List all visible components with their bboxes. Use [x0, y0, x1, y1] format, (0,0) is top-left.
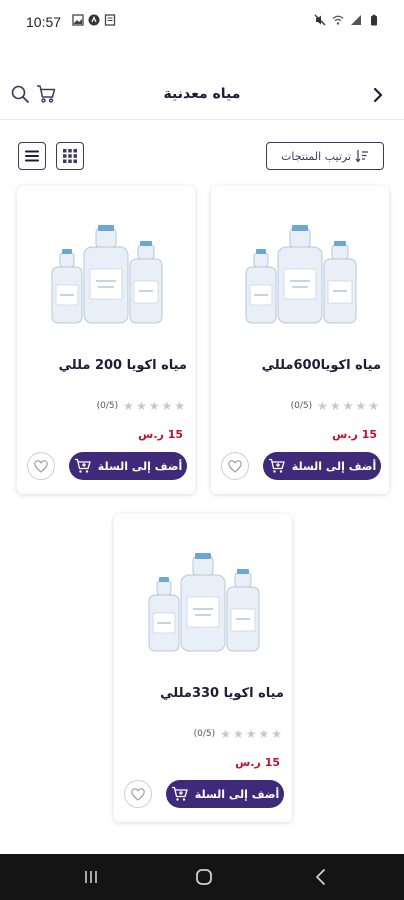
- product-image: [211, 220, 389, 330]
- app-header: مياه معدنية: [0, 70, 404, 120]
- recent-apps-button[interactable]: [82, 868, 100, 886]
- status-bar: 10:57: [0, 0, 404, 46]
- product-rating: ★ ★ ★ ★ ★ (0/5): [194, 728, 282, 740]
- star-icon: ★: [123, 399, 134, 413]
- cart-icon: [37, 85, 56, 103]
- signal-icon: [351, 15, 361, 25]
- product-price: 15 ر.س: [235, 756, 280, 769]
- chevron-left-icon: [316, 869, 325, 885]
- product-card[interactable]: مياه اكويا600مللي ★ ★ ★ ★ ★ (0/5) 15 ر.س…: [211, 186, 389, 494]
- product-price: 15 ر.س: [332, 428, 377, 441]
- product-card[interactable]: مياه اكويا 330مللي ★ ★ ★ ★ ★ (0/5) 15 ر.…: [114, 514, 292, 822]
- add-to-cart-label: أضف إلى السلة: [194, 787, 280, 801]
- system-back-button[interactable]: [312, 868, 330, 886]
- water-bottles-image: [245, 225, 357, 324]
- cart-plus-icon: [74, 458, 91, 473]
- star-icon: ★: [148, 399, 160, 413]
- product-rating: ★ ★ ★ ★ ★ (0/5): [291, 400, 379, 412]
- product-name[interactable]: مياه اكويا 200 مللي: [25, 358, 187, 373]
- wifi-icon: [332, 15, 344, 25]
- water-bottles-image: [51, 225, 163, 324]
- recents-icon: [85, 871, 97, 883]
- home-button[interactable]: [195, 868, 213, 886]
- home-icon: [196, 869, 212, 885]
- status-left-icons: [72, 14, 116, 26]
- star-icon: ★: [135, 399, 147, 413]
- rating-count: (0/5): [96, 401, 119, 411]
- star-icon: ★: [355, 399, 367, 413]
- sort-label: ترتيب المنتجات: [280, 149, 352, 163]
- search-icon: [11, 85, 29, 103]
- system-nav-bar: [0, 854, 404, 900]
- star-icon: ★: [232, 727, 244, 741]
- star-icon: ★: [342, 399, 354, 413]
- page-title: مياه معدنية: [163, 86, 241, 102]
- star-icon: ★: [220, 727, 231, 741]
- list-view-button[interactable]: [18, 142, 46, 170]
- star-icon: ★: [245, 727, 257, 741]
- rating-count: (0/5): [193, 729, 216, 739]
- note-icon: [104, 14, 116, 26]
- add-to-cart-button[interactable]: أضف إلى السلة: [166, 780, 284, 808]
- app-icon: [88, 14, 100, 26]
- grid-view-button[interactable]: [56, 142, 84, 170]
- mute-icon: [314, 14, 326, 26]
- add-to-cart-button[interactable]: أضف إلى السلة: [263, 452, 381, 480]
- product-image: [17, 220, 195, 330]
- status-time: 10:57: [26, 14, 62, 30]
- product-name[interactable]: مياه اكويا 330مللي: [122, 686, 284, 701]
- sort-products-button[interactable]: ترتيب المنتجات: [266, 142, 384, 170]
- sort-icon: [355, 150, 369, 163]
- product-rating: ★ ★ ★ ★ ★ (0/5): [97, 400, 185, 412]
- star-icon: ★: [368, 399, 379, 413]
- star-icon: ★: [161, 399, 173, 413]
- star-icon: ★: [258, 727, 270, 741]
- grid-icon: [63, 149, 77, 163]
- add-to-cart-label: أضف إلى السلة: [291, 459, 377, 473]
- favorite-button[interactable]: [27, 452, 55, 480]
- star-icon: ★: [271, 727, 282, 741]
- add-to-cart-button[interactable]: أضف إلى السلة: [69, 452, 187, 480]
- heart-icon: [34, 459, 48, 473]
- list-icon: [25, 150, 39, 162]
- water-bottles-image: [148, 553, 260, 652]
- product-name[interactable]: مياه اكويا600مللي: [219, 358, 381, 373]
- heart-icon: [131, 787, 145, 801]
- star-icon: ★: [174, 399, 185, 413]
- cart-plus-icon: [268, 458, 285, 473]
- favorite-button[interactable]: [124, 780, 152, 808]
- product-image: [114, 548, 292, 658]
- cart-plus-icon: [171, 786, 188, 801]
- star-icon: ★: [329, 399, 341, 413]
- battery-icon: [371, 14, 377, 26]
- heart-icon: [228, 459, 242, 473]
- search-button[interactable]: [10, 84, 32, 106]
- cart-button[interactable]: [36, 84, 58, 106]
- favorite-button[interactable]: [221, 452, 249, 480]
- image-icon: [72, 14, 84, 26]
- star-icon: ★: [317, 399, 328, 413]
- status-right-icons: [314, 14, 380, 26]
- add-to-cart-label: أضف إلى السلة: [97, 459, 183, 473]
- rating-count: (0/5): [290, 401, 313, 411]
- product-price: 15 ر.س: [138, 428, 183, 441]
- product-card[interactable]: مياه اكويا 200 مللي ★ ★ ★ ★ ★ (0/5) 15 ر…: [17, 186, 195, 494]
- toolbar: ترتيب المنتجات: [0, 142, 404, 170]
